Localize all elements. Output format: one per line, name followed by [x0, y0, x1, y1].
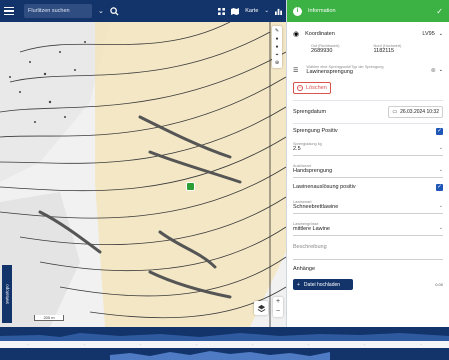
tick: ·	[308, 342, 310, 347]
timeline-detail[interactable]	[0, 348, 449, 360]
lawinenart-value: Schneebrettlawine	[293, 204, 339, 210]
beschreibung-label: Beschreibung	[293, 244, 327, 250]
coordinates-row: ◉ Koordinaten LV95 ⌄	[287, 26, 449, 42]
auslosart-field[interactable]: Auslöseart Handsprengung ⌄	[293, 160, 443, 178]
panel-header: i Information ✓	[287, 0, 449, 22]
tick: ·	[195, 342, 198, 347]
chevron-down-icon[interactable]: ⌄	[439, 31, 443, 37]
explosion-point-marker[interactable]	[186, 182, 195, 191]
layers-button[interactable]	[254, 301, 268, 315]
anhange-row: Anhänge	[287, 263, 449, 275]
map-canvas[interactable]: ✎ ● ● ⌖ ⊕ + − swisstopo 200 m	[0, 22, 286, 327]
upload-row: + Datei hochladen 0.00	[287, 275, 449, 294]
coordinate-system-select[interactable]: LV95	[422, 31, 434, 37]
point-type-select[interactable]: ☰ Wählen eine Sprengpunkt/Typ der Spreng…	[287, 62, 449, 78]
chevron-down-icon[interactable]: ⌄	[439, 67, 443, 73]
info-icon: i	[293, 6, 302, 16]
panel-title: Information	[308, 8, 336, 14]
timeline-detail-graph	[110, 351, 330, 360]
grid-icon[interactable]	[218, 7, 226, 15]
sprengung-positiv-label: Sprengung Positiv	[293, 128, 338, 134]
upload-label: Datei hochladen	[303, 281, 341, 288]
coordinates-label: Koordinaten	[305, 31, 335, 37]
minus-circle-icon: −	[297, 85, 303, 91]
clear-icon[interactable]: ⊗	[431, 67, 436, 74]
timeline[interactable]: · · · · · · · ·	[0, 327, 449, 360]
upload-size: 0.00	[435, 282, 443, 287]
top-toolbar: Flurlitzen suchen ⌄ Karte ⌄	[0, 0, 286, 22]
date-picker[interactable]: ▭ 26.03.2024 10:32	[388, 106, 443, 118]
pin-icon[interactable]: ⌖	[274, 52, 280, 58]
map-tools: ✎ ● ● ⌖ ⊕	[272, 26, 282, 68]
chevron-down-icon[interactable]: ⌄	[264, 8, 269, 14]
map-mode-label[interactable]: Karte	[245, 8, 258, 14]
chevron-down-icon[interactable]: ⌄	[439, 145, 443, 151]
sprengdatum-label: Sprengdatum	[293, 109, 327, 115]
information-panel: i Information ✓ ◉ Koordinaten LV95 ⌄ Ost…	[286, 0, 449, 327]
timeline-overview[interactable]	[0, 327, 449, 341]
zoom-out-button[interactable]: −	[273, 307, 283, 317]
scale-bar: 200 m	[34, 315, 64, 321]
sprengdatum-row: Sprengdatum ▭ 26.03.2024 10:32	[287, 101, 449, 123]
app-root: Flurlitzen suchen ⌄ Karte ⌄ ✎ ● ● ⌖ ⊕ + …	[0, 0, 449, 360]
north-value[interactable]: 1182115	[373, 48, 401, 54]
tick: ·	[139, 342, 141, 347]
zoom-controls[interactable]: + −	[273, 297, 283, 317]
chevron-down-icon[interactable]: ⌄	[439, 203, 443, 209]
beschreibung-field[interactable]: Beschreibung	[293, 240, 443, 260]
tick: ·	[27, 342, 29, 347]
map-icon[interactable]	[231, 7, 240, 15]
coordinate-values: Ost (Rechtswert) 2689930 Nord (Hochwert)…	[287, 42, 449, 56]
east-value[interactable]: 2689930	[311, 48, 339, 54]
point-type-value: Lawinensprengung	[306, 69, 353, 75]
sprengung-positiv-row: Sprengung Positiv ✓	[287, 124, 449, 138]
tick: ·	[251, 342, 254, 347]
lawinenart-field[interactable]: Lawinenart Schneebrettlawine ⌄	[293, 196, 443, 214]
point-icon[interactable]: ●	[274, 36, 280, 42]
zoom-in-button[interactable]: +	[273, 297, 283, 307]
marker-icon[interactable]: ●	[274, 44, 280, 50]
swisstopo-logo: swisstopo	[2, 265, 12, 323]
lawinengrosse-value: mittlere Lawine	[293, 226, 330, 232]
list-filter-icon: ☰	[293, 67, 299, 74]
menu-icon[interactable]	[4, 4, 18, 18]
search-input[interactable]: Flurlitzen suchen	[24, 4, 92, 18]
chevron-down-icon[interactable]: ⌄	[439, 225, 443, 231]
confirm-check-icon[interactable]: ✓	[436, 7, 443, 16]
calendar-icon: ▭	[392, 109, 398, 115]
lawinengrosse-field[interactable]: Lawinengrösse mittlere Lawine ⌄	[293, 218, 443, 236]
lawinenauslosung-label: Lawinenauslösung positiv	[293, 184, 356, 190]
topographic-map	[0, 22, 286, 327]
pencil-icon[interactable]: ✎	[274, 28, 280, 34]
timeline-axis: · · · · · · · ·	[0, 341, 449, 348]
lawinenauslosung-checkbox[interactable]: ✓	[436, 183, 443, 191]
timeline-overview-graph	[0, 333, 449, 341]
auslosart-value: Handsprengung	[293, 168, 333, 174]
search-icon[interactable]	[110, 6, 120, 16]
plus-icon: +	[297, 281, 300, 288]
chevron-down-icon[interactable]: ⌄	[439, 167, 443, 173]
sprengladung-field[interactable]: Sprengladung kg 2.5 ⌄	[293, 138, 443, 156]
tick: ·	[364, 342, 366, 347]
sprengladung-value: 2.5	[293, 146, 301, 152]
tick: ·	[420, 342, 422, 347]
sprengung-positiv-checkbox[interactable]: ✓	[436, 127, 443, 135]
crosshair-icon[interactable]: ⊕	[274, 60, 280, 66]
target-icon: ◉	[293, 31, 300, 38]
tick: ·	[83, 342, 85, 347]
anhange-label: Anhänge	[293, 266, 316, 272]
chart-icon[interactable]	[275, 8, 282, 15]
date-value: 26.03.2024 10:32	[400, 109, 439, 115]
chevron-down-icon[interactable]: ⌄	[98, 7, 104, 15]
delete-button[interactable]: − Löschen	[293, 82, 331, 94]
upload-button[interactable]: + Datei hochladen	[293, 279, 353, 290]
lawinenauslosung-row: Lawinenauslösung positiv ✓	[287, 178, 449, 196]
delete-label: Löschen	[306, 85, 327, 91]
